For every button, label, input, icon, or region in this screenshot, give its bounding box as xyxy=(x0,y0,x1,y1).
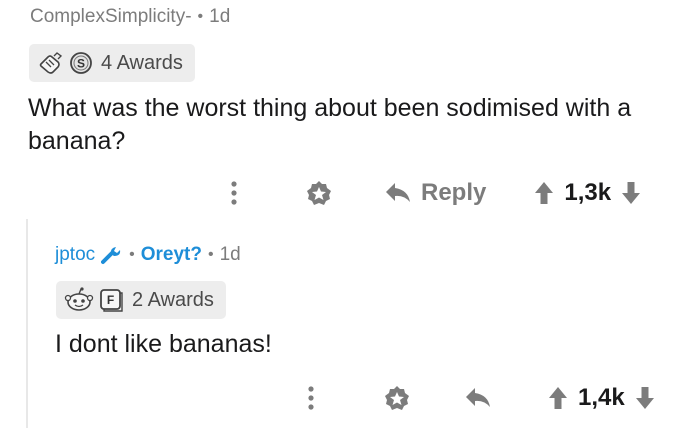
awards-count: 4 Awards xyxy=(101,51,183,74)
downvote-arrow-icon xyxy=(635,387,654,409)
reply-arrow-icon xyxy=(386,183,410,202)
reply-author[interactable]: jptoc xyxy=(55,244,95,266)
give-award-button[interactable] xyxy=(299,179,339,207)
comment-author[interactable]: ComplexSimplicity- xyxy=(30,6,192,28)
downvote-button[interactable] xyxy=(621,181,641,205)
thread-line[interactable] xyxy=(26,219,28,428)
comment-meta: ComplexSimplicity- • 1d xyxy=(30,6,230,28)
awards-count: 2 Awards xyxy=(132,288,214,311)
comment-body-line: banana? xyxy=(28,127,126,155)
svg-text:F: F xyxy=(107,293,114,307)
silver-coin-award-icon: S xyxy=(69,51,93,75)
press-f-award-icon: F xyxy=(98,287,124,313)
wrench-icon xyxy=(101,245,123,265)
downvote-arrow-icon xyxy=(622,182,641,204)
meta-separator: • xyxy=(208,246,214,263)
vote-score: 1,3k xyxy=(564,179,612,206)
comment-body: What was the worst thing about been sodi… xyxy=(28,92,678,158)
upvote-arrow-icon xyxy=(535,182,554,204)
upvote-button[interactable] xyxy=(534,181,554,205)
award-badge-icon xyxy=(307,181,331,205)
reply-awards[interactable]: F 2 Awards xyxy=(56,281,226,319)
vertical-ellipsis-icon xyxy=(231,181,237,205)
meta-separator: • xyxy=(197,8,204,25)
user-flair: Oreyt? xyxy=(140,244,202,265)
meta-separator: • xyxy=(129,246,135,263)
more-options-button[interactable] xyxy=(297,386,325,410)
reply-age[interactable]: 1d xyxy=(220,244,241,266)
upvote-arrow-icon xyxy=(549,387,567,409)
comment-body-line: What was the worst thing about been sodi… xyxy=(28,94,632,122)
reply-button[interactable]: Reply xyxy=(385,179,486,207)
vertical-ellipsis-icon xyxy=(308,386,314,410)
reply-label: Reply xyxy=(421,179,487,206)
downvote-button[interactable] xyxy=(635,386,655,410)
upvote-button[interactable] xyxy=(548,386,568,410)
reply-button[interactable] xyxy=(465,387,491,409)
award-badge-icon xyxy=(385,386,409,410)
pointing-hand-award-icon xyxy=(37,51,65,75)
reply-arrow-icon xyxy=(466,388,490,407)
comment-awards[interactable]: S 4 Awards xyxy=(29,44,195,82)
comment-actions: Reply 1,3k xyxy=(220,173,641,213)
comment-age[interactable]: 1d xyxy=(209,6,230,28)
svg-text:S: S xyxy=(77,57,85,71)
reply-actions: 1,4k xyxy=(297,378,655,418)
reply-meta: jptoc • Oreyt? • 1d xyxy=(55,244,241,266)
more-options-button[interactable] xyxy=(220,181,248,205)
give-award-button[interactable] xyxy=(377,384,417,412)
vote-score: 1,4k xyxy=(578,384,625,411)
snoo-award-icon xyxy=(64,287,94,313)
reply-body: I dont like bananas! xyxy=(55,330,272,358)
